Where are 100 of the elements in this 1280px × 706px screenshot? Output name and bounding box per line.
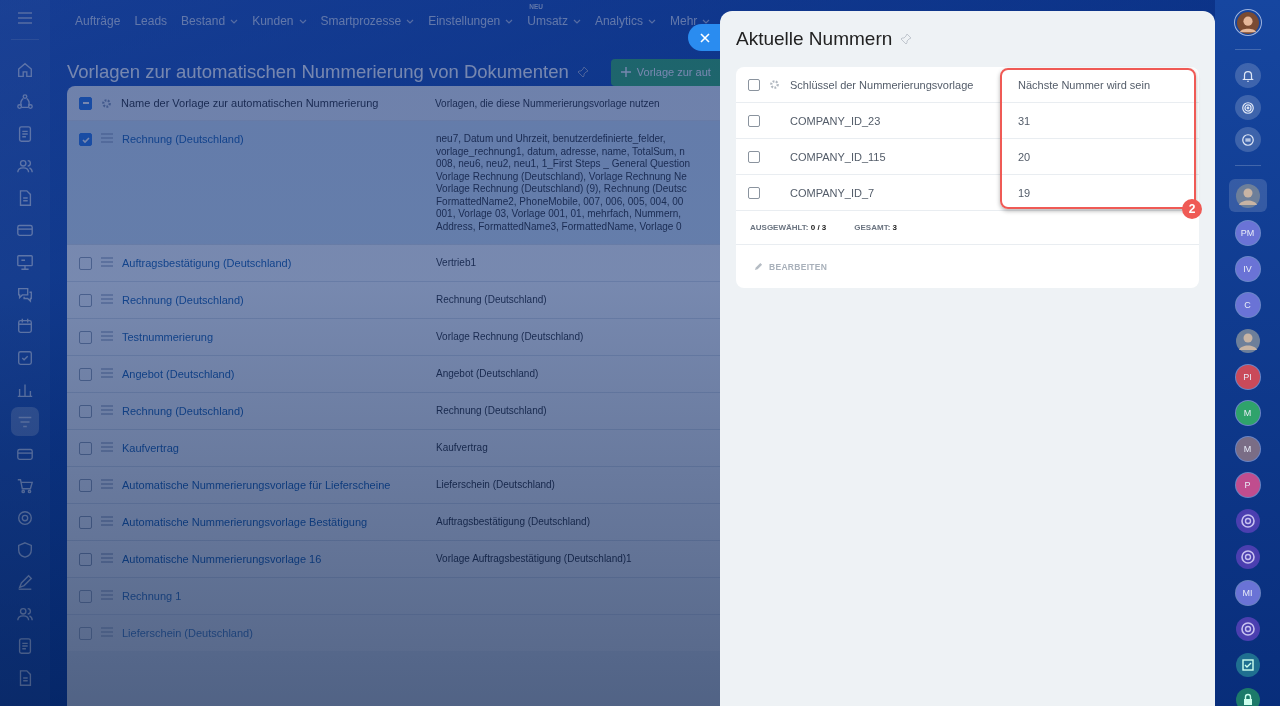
checkbox[interactable] [79, 96, 92, 110]
contact-item[interactable]: M [1228, 398, 1267, 428]
lock-icon [1235, 688, 1260, 706]
table-row[interactable]: Rechnung (Deutschland) Rechnung (Deutschland) [67, 392, 720, 429]
table-row[interactable]: COMPANY_ID_115 20 [736, 139, 1199, 175]
table-row[interactable]: Automatische Nummerierungsvorlage Bestätigung Auftragsbestätigung (Deutschland) [67, 503, 720, 540]
spiral-icon [1235, 544, 1260, 569]
table-row[interactable]: Automatische Nummerierungsvorlage für Lieferscheine Lieferschein (Deutschland) [67, 466, 720, 503]
table-row[interactable]: Rechnung 1 [67, 577, 720, 614]
checkbox[interactable] [79, 294, 92, 307]
spiral-icon[interactable] [1234, 95, 1261, 121]
template-link[interactable]: Kaufvertrag [122, 442, 427, 454]
table-cell: Vertrieb1 [436, 257, 477, 270]
drag-handle-icon[interactable] [101, 516, 113, 526]
chevron-down-icon [647, 18, 656, 24]
checkbox[interactable] [79, 553, 92, 566]
checkbox[interactable] [748, 78, 760, 91]
settings-icon[interactable] [769, 79, 780, 90]
contact-item[interactable]: PI [1228, 362, 1267, 392]
drag-handle-icon[interactable] [101, 479, 113, 489]
checkbox[interactable] [748, 114, 760, 127]
contact-item[interactable] [1228, 179, 1267, 213]
checkbox[interactable] [748, 186, 760, 199]
checkbox[interactable] [79, 627, 92, 640]
drag-handle-icon[interactable] [101, 294, 113, 304]
column-header[interactable]: Vorlagen, die diese Nummerierungsvorlage nutzen [435, 97, 660, 109]
menu-item[interactable]: Leads [134, 14, 168, 28]
template-link[interactable]: Rechnung (Deutschland) [122, 405, 427, 417]
template-link[interactable]: Testnummerierung [122, 331, 427, 343]
initials-avatar: M [1235, 401, 1260, 426]
menu-item[interactable]: Aufträge [75, 14, 121, 28]
drag-handle-icon[interactable] [101, 331, 113, 341]
template-link[interactable]: Automatische Nummerierungsvorlage 16 [122, 553, 427, 565]
checkbox[interactable] [79, 368, 92, 381]
template-link[interactable]: Angebot (Deutschland) [122, 368, 427, 380]
contact-item[interactable]: IV [1228, 254, 1267, 284]
table-row[interactable]: Angebot (Deutschland) Angebot (Deutschland) [67, 355, 720, 392]
table-row[interactable]: Kaufvertrag Kaufvertrag [67, 429, 720, 466]
drag-handle-icon[interactable] [101, 257, 113, 267]
table-cell: Angebot (Deutschland) [436, 368, 539, 381]
contact-item[interactable]: C [1228, 290, 1267, 320]
contact-item[interactable]: MI [1228, 578, 1267, 608]
initials-avatar: PM [1235, 221, 1260, 246]
template-link[interactable]: Automatische Nummerierungsvorlage für Lieferscheine [122, 479, 427, 491]
column-header[interactable]: Name der Vorlage zur automatischen Nummerierung [121, 97, 426, 109]
drag-handle-icon[interactable] [101, 405, 113, 415]
close-button[interactable] [688, 24, 720, 51]
checkbox[interactable] [79, 590, 92, 603]
pin-icon[interactable] [900, 33, 913, 45]
column-header[interactable]: Nächste Nummer wird sein [1018, 78, 1151, 91]
checkbox[interactable] [79, 516, 92, 529]
menu-item[interactable]: Mehr [669, 14, 711, 28]
drag-handle-icon[interactable] [101, 553, 113, 563]
menu-item[interactable]: Bestand [181, 14, 239, 28]
bell-icon[interactable] [1234, 63, 1261, 89]
table-row[interactable]: Automatische Nummerierungsvorlage 16 Vorlage Auftragsbestätigung (Deutschland)1 [67, 540, 720, 577]
edit-button[interactable]: BEARBEITEN [754, 261, 828, 272]
checkbox[interactable] [79, 331, 92, 344]
avatar-icon [1235, 329, 1260, 354]
template-link[interactable]: Rechnung (Deutschland) [122, 133, 427, 145]
checkbox[interactable] [748, 150, 760, 163]
settings-icon[interactable] [101, 97, 112, 109]
table-cell-text: COMPANY_ID_23 [790, 114, 882, 127]
check-icon [80, 134, 91, 145]
table-row[interactable]: Testnummerierung Vorlage Rechnung (Deutschland) [67, 318, 720, 355]
table-cell-text: neu7, Datum und Uhrzeit, benutzerdefinierte_felder, [436, 133, 667, 146]
template-link[interactable]: Auftragsbestätigung (Deutschland) [122, 257, 427, 269]
checkbox[interactable] [79, 405, 92, 418]
template-link[interactable]: Lieferschein (Deutschland) [122, 627, 427, 639]
drag-handle-icon[interactable] [101, 442, 113, 452]
checkbox[interactable] [79, 133, 92, 146]
menu-icon[interactable] [17, 12, 33, 24]
table-cell-text: Address, FormattedName3, FormattedName, Vorlage 0 [436, 220, 683, 233]
add-template-button[interactable]: Vorlage zur aut [610, 58, 720, 86]
contact-item[interactable]: PM [1228, 219, 1267, 248]
menu-item[interactable]: Einstellungen [428, 14, 514, 28]
checkbox[interactable] [79, 479, 92, 492]
table-row[interactable]: Auftragsbestätigung (Deutschland) Vertrieb1 [67, 244, 720, 281]
column-header[interactable]: Schlüssel der Nummerierungsvorlage [790, 78, 990, 91]
template-link[interactable]: Automatische Nummerierungsvorlage Bestätigung [122, 516, 427, 528]
chevron-down-icon [230, 18, 239, 24]
menu-item[interactable]: Kunden [252, 14, 307, 28]
table-cell: 19 [1018, 186, 1031, 199]
table-row[interactable]: COMPANY_ID_23 31 [736, 103, 1199, 139]
contact-item[interactable]: P [1228, 470, 1267, 500]
menu-item[interactable]: Smartprozesse [320, 14, 415, 28]
table-row[interactable] [67, 120, 720, 244]
pin-icon[interactable] [576, 66, 589, 78]
checkbox[interactable] [79, 442, 92, 455]
chat-icon[interactable] [1234, 127, 1261, 153]
table-cell: Lieferschein (Deutschland) [436, 479, 555, 492]
initials-avatar: IV [1235, 257, 1260, 282]
template-link[interactable]: Rechnung (Deutschland) [122, 294, 427, 306]
table-row[interactable]: Rechnung (Deutschland) Rechnung (Deutschland) [67, 281, 720, 318]
template-link[interactable]: Rechnung 1 [122, 590, 427, 602]
contact-item[interactable]: M [1228, 434, 1267, 464]
checkbox[interactable] [79, 257, 92, 270]
drag-handle-icon[interactable] [101, 368, 113, 378]
table-row[interactable]: Lieferschein (Deutschland) [67, 614, 720, 651]
menu-item[interactable]: Analytics [594, 14, 656, 28]
